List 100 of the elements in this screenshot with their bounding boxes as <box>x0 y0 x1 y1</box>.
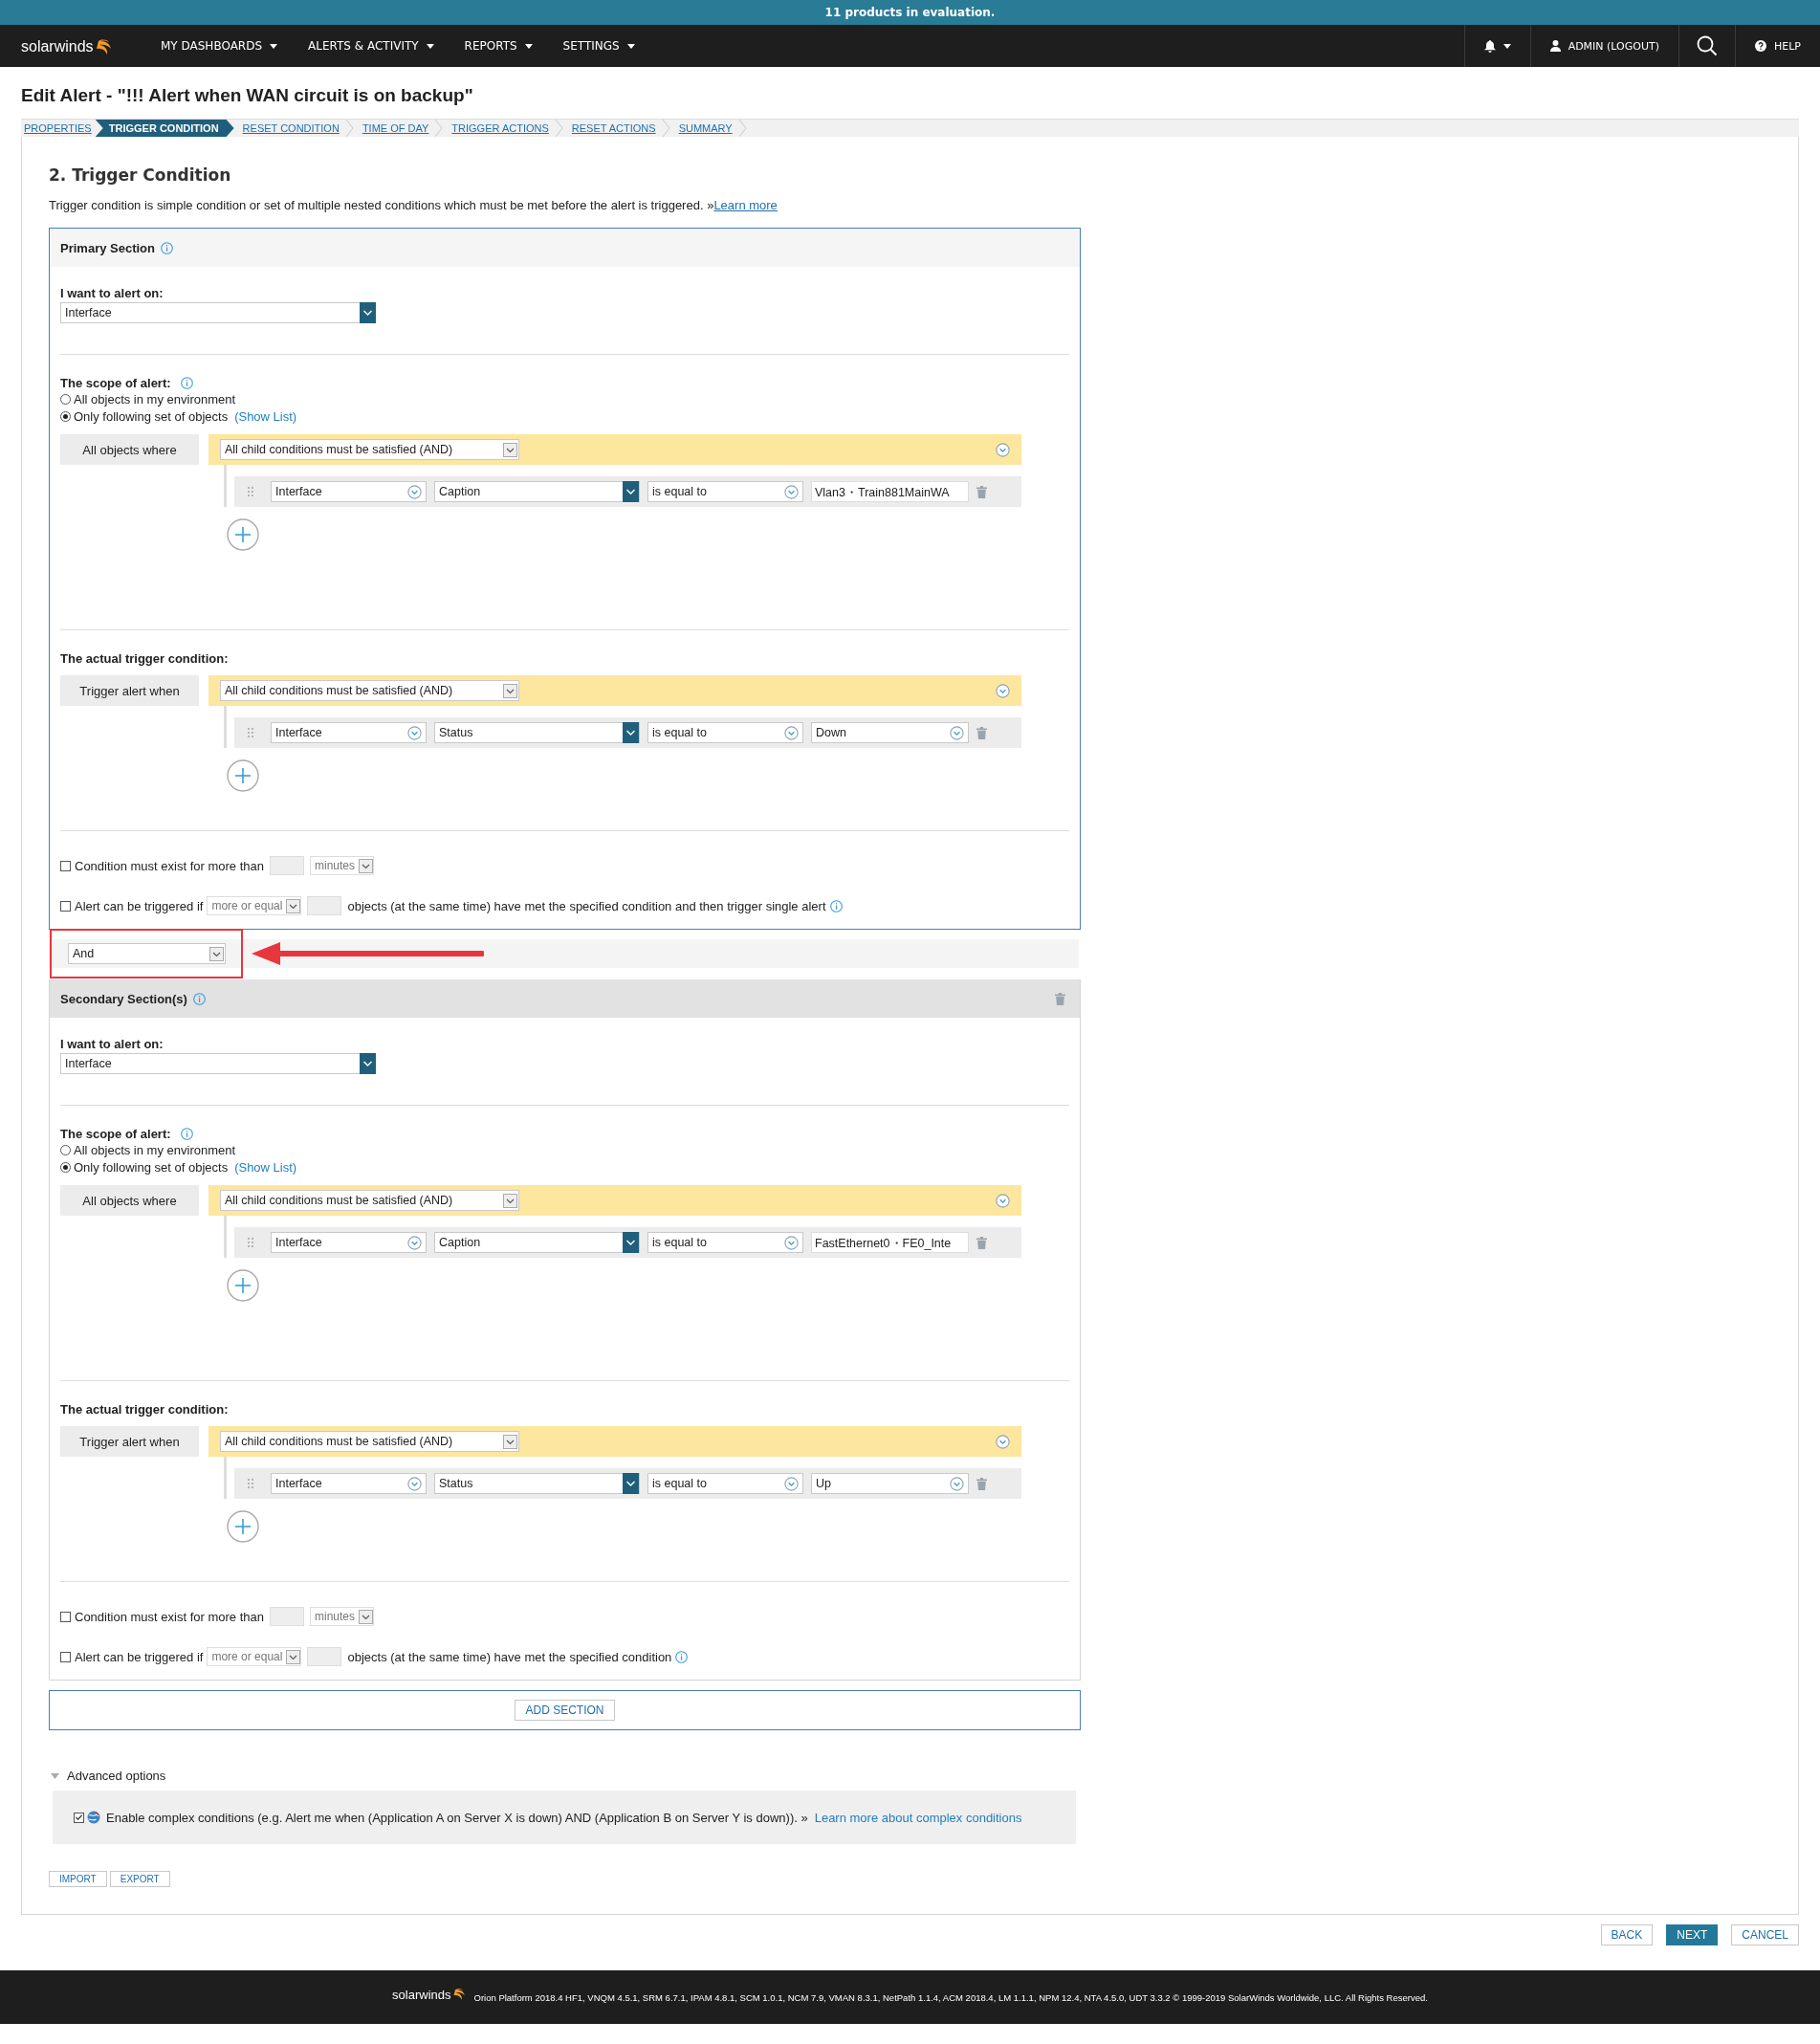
dropdown[interactable]: And <box>68 943 226 964</box>
dropdown[interactable]: Interface <box>271 1473 427 1494</box>
drag-handle-icon[interactable] <box>248 728 253 737</box>
nav-menu[interactable]: ALERTS & ACTIVITY <box>293 25 450 67</box>
dropdown[interactable]: All child conditions must be satisfied (AND) <box>220 1431 519 1452</box>
radio-button[interactable] <box>60 393 71 405</box>
group-label: Trigger alert when <box>60 1426 199 1457</box>
learn-more-link[interactable]: Learn more about complex conditions <box>814 1810 1022 1825</box>
wizard-button[interactable]: NEXT <box>1666 1924 1719 1945</box>
file-button[interactable]: EXPORT <box>109 1871 170 1887</box>
chevron-icon <box>503 442 517 457</box>
trash-icon[interactable] <box>976 1477 987 1490</box>
drag-handle-icon[interactable] <box>248 1479 253 1488</box>
wizard-button[interactable]: BACK <box>1600 1924 1654 1945</box>
chevron-circle-icon <box>950 725 964 740</box>
dropdown[interactable]: Caption <box>434 481 640 502</box>
advanced-options-toggle[interactable]: Advanced options <box>49 1769 1771 1783</box>
number-field[interactable] <box>270 1607 304 1626</box>
wizard-step[interactable]: TIME OF DAY <box>359 122 433 134</box>
dropdown[interactable]: Interface <box>271 722 427 743</box>
info-icon <box>192 992 206 1005</box>
wizard-step[interactable]: PROPERTIES <box>21 122 96 134</box>
option-label: All objects in my environment <box>74 391 236 407</box>
show-list-link[interactable]: (Show List) <box>234 408 297 424</box>
dropdown[interactable]: Caption <box>434 1232 640 1253</box>
user-icon <box>1549 40 1561 52</box>
checkbox[interactable] <box>60 900 71 912</box>
dropdown[interactable]: Interface <box>271 481 427 502</box>
add-condition-icon[interactable] <box>227 759 259 792</box>
wizard-step[interactable]: TRIGGER CONDITION <box>95 120 234 137</box>
chevron-icon <box>623 722 639 743</box>
dropdown[interactable]: Down <box>811 722 969 743</box>
wizard-step[interactable]: SUMMARY <box>675 122 736 134</box>
chevron-circle-icon[interactable] <box>996 442 1010 457</box>
drag-handle-icon[interactable] <box>248 487 253 496</box>
dropdown[interactable]: is equal to <box>647 1473 803 1494</box>
chevron-circle-icon[interactable] <box>996 1434 1010 1449</box>
value-field[interactable]: Vlan3・Train881MainWA <box>811 481 969 502</box>
trash-icon[interactable] <box>976 726 987 739</box>
checkbox[interactable] <box>60 1611 71 1622</box>
chevron-circle-icon[interactable] <box>996 683 1010 698</box>
add-section-button[interactable]: ADD SECTION <box>515 1700 615 1721</box>
dropdown[interactable]: Status <box>434 722 640 743</box>
nav-menu[interactable]: REPORTS <box>449 25 548 67</box>
caret-icon <box>626 43 635 49</box>
chevron-circle-icon <box>407 1235 422 1250</box>
dropdown[interactable]: Up <box>811 1473 969 1494</box>
dropdown[interactable]: is equal to <box>647 481 803 502</box>
checkbox[interactable] <box>60 1651 71 1662</box>
checkbox[interactable] <box>74 1812 84 1823</box>
dropdown[interactable]: more or equal <box>207 1647 302 1666</box>
chevron-icon <box>286 898 301 913</box>
dropdown[interactable]: All child conditions must be satisfied (AND) <box>220 439 519 460</box>
dropdown[interactable]: is equal to <box>647 1232 803 1253</box>
wizard-button[interactable]: CANCEL <box>1731 1924 1799 1945</box>
chevron-icon <box>359 1609 373 1624</box>
radio-button[interactable] <box>60 410 71 422</box>
checkbox[interactable] <box>60 860 71 871</box>
value-field[interactable]: FastEthernet0・FE0_Inte <box>811 1232 969 1253</box>
chevron-circle-icon[interactable] <box>996 1193 1010 1208</box>
dropdown[interactable]: Interface <box>271 1232 427 1253</box>
add-condition-icon[interactable] <box>227 518 259 551</box>
number-field[interactable] <box>270 856 304 875</box>
dropdown[interactable]: more or equal <box>207 896 302 915</box>
drag-handle-icon[interactable] <box>248 1238 253 1247</box>
show-list-link[interactable]: (Show List) <box>234 1159 297 1175</box>
nav-menu[interactable]: MY DASHBOARDS <box>145 25 294 67</box>
search-icon[interactable] <box>1697 35 1718 56</box>
field-label: The actual trigger condition: <box>60 651 230 666</box>
chevron-icon <box>554 120 563 137</box>
chevron-circle-icon <box>784 1235 799 1250</box>
add-condition-icon[interactable] <box>227 1510 259 1543</box>
trash-icon[interactable] <box>976 485 987 498</box>
dropdown[interactable]: is equal to <box>647 722 803 743</box>
nav-menu[interactable]: SETTINGS <box>547 25 650 67</box>
radio-button[interactable] <box>60 1161 71 1173</box>
wizard-step[interactable]: RESET CONDITION <box>239 122 343 134</box>
learn-more-link[interactable]: Learn more <box>713 198 778 212</box>
dropdown[interactable]: Interface <box>60 1053 376 1074</box>
help-link[interactable]: HELP <box>1735 25 1820 67</box>
add-condition-icon[interactable] <box>227 1269 259 1302</box>
user-menu[interactable]: ADMIN (LOGOUT) <box>1529 25 1678 67</box>
number-field[interactable] <box>307 896 342 915</box>
file-button[interactable]: IMPORT <box>49 1871 107 1887</box>
bell-icon <box>1483 39 1496 53</box>
trash-icon[interactable] <box>1055 992 1065 1005</box>
dropdown[interactable]: minutes <box>310 1607 374 1626</box>
dropdown[interactable]: Status <box>434 1473 640 1494</box>
dropdown[interactable]: All child conditions must be satisfied (AND) <box>220 680 519 701</box>
dropdown[interactable]: All child conditions must be satisfied (AND) <box>220 1190 519 1211</box>
wizard-step[interactable]: TRIGGER ACTIONS <box>449 122 553 134</box>
chevron-icon <box>359 858 373 873</box>
logo[interactable]: solarwinds <box>21 38 94 55</box>
trash-icon[interactable] <box>976 1236 987 1249</box>
radio-button[interactable] <box>60 1144 71 1155</box>
dropdown[interactable]: Interface <box>60 302 376 323</box>
info-icon <box>161 241 173 254</box>
wizard-step[interactable]: RESET ACTIONS <box>568 122 660 134</box>
dropdown[interactable]: minutes <box>310 856 374 875</box>
number-field[interactable] <box>307 1647 342 1666</box>
